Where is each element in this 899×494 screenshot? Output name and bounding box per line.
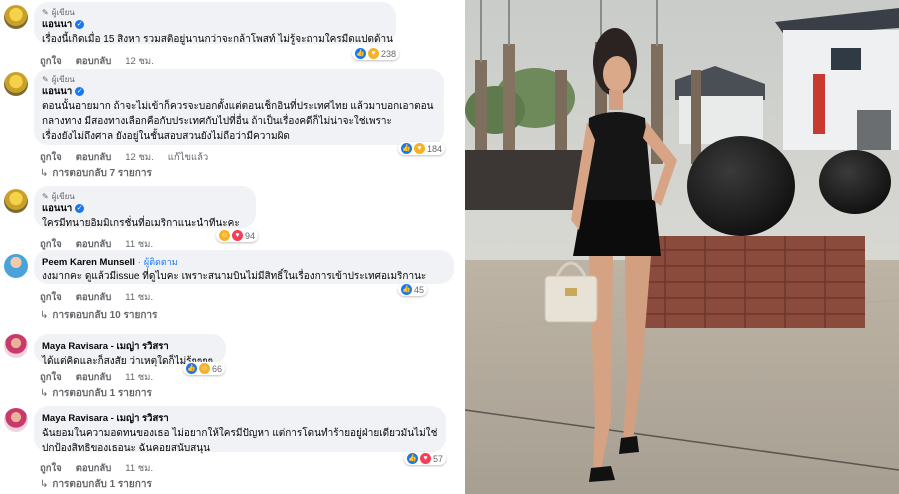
reaction-count: 57 bbox=[433, 453, 444, 464]
comment-actions: ถูกใจ ตอบกลับ 12 ชม. แก้ไขแล้ว bbox=[40, 150, 208, 165]
edited-label: แก้ไขแล้ว bbox=[167, 152, 209, 163]
comment-bubble: Maya Ravisara - เมญ่า รวิสรา ฉันยอมในควา… bbox=[34, 406, 446, 454]
reply-arrow-icon: ↳ bbox=[40, 168, 49, 179]
follower-badge: · bbox=[137, 257, 141, 267]
timestamp[interactable]: 11 ชม. bbox=[125, 461, 153, 476]
comment-text-line: กลางทาง มีสองทางเลือกคือกับประเทศกับไปที… bbox=[42, 116, 392, 127]
reply-button[interactable]: ตอบกลับ bbox=[76, 54, 112, 69]
avatar[interactable] bbox=[4, 72, 28, 96]
timestamp[interactable]: 11 ชม. bbox=[125, 370, 153, 385]
reaction-summary[interactable]: 👍 45 bbox=[398, 283, 428, 296]
pen-icon: ✎ bbox=[42, 7, 49, 17]
author-badge: ✎ ผู้เขียน bbox=[42, 7, 75, 17]
view-replies-link[interactable]: ↳ การตอบกลับ 1 รายการ bbox=[40, 386, 152, 401]
author-badge: ✎ ผู้เขียน bbox=[42, 191, 75, 201]
care-icon: ♥ bbox=[414, 143, 425, 154]
like-icon: 👍 bbox=[401, 143, 412, 154]
love-icon: ♥ bbox=[420, 453, 431, 464]
comment-text-line: เรื่องยังไม่ถึงศาล ยังอยู่ในชั้นสอบสวนยั… bbox=[42, 131, 290, 142]
comment-bubble: Peem Karen Munsell · ผู้ติดตาม งงมากคะ ดูแ… bbox=[34, 250, 454, 284]
comment-actions: ถูกใจ ตอบกลับ 11 ชม. bbox=[40, 461, 153, 476]
author-name[interactable]: Maya Ravisara - เมญ่า รวิสรา bbox=[42, 411, 169, 426]
like-icon: 👍 bbox=[355, 48, 366, 59]
author-name[interactable]: แอนนา bbox=[42, 84, 72, 99]
like-icon: 👍 bbox=[186, 363, 197, 374]
timestamp[interactable]: 12 ชม. bbox=[125, 54, 154, 69]
avatar[interactable] bbox=[4, 254, 28, 278]
author-badge: ✎ ผู้เขียน bbox=[42, 74, 75, 84]
reply-arrow-icon: ↳ bbox=[40, 388, 49, 399]
care-icon: ♥ bbox=[368, 48, 379, 59]
reply-button[interactable]: ตอบกลับ bbox=[76, 290, 112, 305]
post-photo[interactable] bbox=[465, 0, 899, 494]
timestamp[interactable]: 12 ชม. bbox=[125, 150, 154, 165]
comment-bubble: Maya Ravisara - เมญ่า รวิสรา ได้แต่คิดแล… bbox=[34, 334, 226, 367]
like-icon: 👍 bbox=[401, 284, 412, 295]
author-name[interactable]: Maya Ravisara - เมญ่า รวิสรา bbox=[42, 339, 169, 354]
like-button[interactable]: ถูกใจ bbox=[40, 370, 62, 385]
comment-text-line: ตอนนั้นอายมาก ถ้าจะไม่เข้าก็ควรจะบอกตั้ง… bbox=[42, 101, 434, 112]
love-icon: ♥ bbox=[232, 230, 243, 241]
like-button[interactable]: ถูกใจ bbox=[40, 290, 62, 305]
comment-bubble: ✎ ผู้เขียน แอนนา ✓ ตอนนั้นอายมาก ถ้าจะไม่เ… bbox=[34, 69, 444, 145]
author-name[interactable]: แอนนา bbox=[42, 17, 72, 32]
comment-text-line: ฉันยอมในความอดทนของเธอ ไม่อยากให้ใครมีปั… bbox=[42, 428, 438, 439]
pen-icon: ✎ bbox=[42, 74, 49, 84]
reply-button[interactable]: ตอบกลับ bbox=[76, 461, 112, 476]
avatar[interactable] bbox=[4, 408, 28, 432]
view-replies-link[interactable]: ↳ การตอบกลับ 1 รายการ bbox=[40, 477, 152, 492]
like-button[interactable]: ถูกใจ bbox=[40, 150, 62, 165]
comment-text: ใครมีทนายอิมมิเกรชั่นที่อเมริกาแนะนำทีนะ… bbox=[42, 218, 240, 229]
view-replies-link[interactable]: ↳ การตอบกลับ 7 รายการ bbox=[40, 166, 152, 181]
photo-scene bbox=[465, 0, 899, 494]
reaction-count: 184 bbox=[427, 143, 443, 154]
reply-button[interactable]: ตอบกลับ bbox=[76, 150, 112, 165]
verified-check-icon: ✓ bbox=[75, 87, 85, 96]
comment-text-line: ปกป้องสิทธิของเธอนะ ฉันคอยสนับสนุน bbox=[42, 443, 210, 454]
pen-icon: ✎ bbox=[42, 191, 49, 201]
comment-text: เรื่องนี้เกิดเมื่อ 15 สิงหา รวมสติอยู่นา… bbox=[42, 34, 393, 45]
reaction-count: 238 bbox=[381, 48, 397, 59]
reaction-summary[interactable]: ☺ ♥ 94 bbox=[216, 229, 259, 242]
reply-button[interactable]: ตอบกลับ bbox=[76, 370, 112, 385]
haha-icon: ☺ bbox=[199, 363, 210, 374]
reaction-summary[interactable]: 👍 ♥ 238 bbox=[352, 47, 400, 60]
avatar[interactable] bbox=[4, 334, 28, 358]
like-button[interactable]: ถูกใจ bbox=[40, 54, 62, 69]
reaction-count: 94 bbox=[245, 230, 256, 241]
reaction-count: 66 bbox=[212, 363, 223, 374]
reaction-summary[interactable]: 👍 ☺ 66 bbox=[183, 362, 226, 375]
reply-arrow-icon: ↳ bbox=[40, 310, 49, 321]
timestamp[interactable]: 11 ชม. bbox=[125, 290, 153, 305]
view-replies-link[interactable]: ↳ การตอบกลับ 10 รายการ bbox=[40, 308, 157, 323]
comment-bubble: ✎ ผู้เขียน แอนนา ✓ เรื่องนี้เกิดเมื่อ 15 ส… bbox=[34, 2, 396, 45]
comment-actions: ถูกใจ ตอบกลับ 12 ชม. bbox=[40, 54, 154, 69]
comment-bubble: ✎ ผู้เขียน แอนนา ✓ ใครมีทนายอิมมิเกรชั่นที… bbox=[34, 186, 256, 229]
follower-label: ผู้ติดตาม bbox=[143, 257, 178, 267]
reaction-count: 45 bbox=[414, 284, 425, 295]
comment-actions: ถูกใจ ตอบกลับ 11 ชม. bbox=[40, 370, 153, 385]
reaction-summary[interactable]: 👍 ♥ 57 bbox=[404, 452, 447, 465]
author-name[interactable]: แอนนา bbox=[42, 201, 72, 216]
comment-actions: ถูกใจ ตอบกลับ 11 ชม. bbox=[40, 290, 153, 305]
verified-check-icon: ✓ bbox=[75, 204, 85, 213]
haha-icon: ☺ bbox=[219, 230, 230, 241]
avatar[interactable] bbox=[4, 5, 28, 29]
verified-check-icon: ✓ bbox=[75, 20, 85, 29]
comment-thread: ✎ ผู้เขียน แอนนา ✓ เรื่องนี้เกิดเมื่อ 15 ส… bbox=[0, 0, 462, 494]
author-name[interactable]: Peem Karen Munsell bbox=[42, 257, 135, 268]
like-icon: 👍 bbox=[407, 453, 418, 464]
avatar[interactable] bbox=[4, 189, 28, 213]
reply-arrow-icon: ↳ bbox=[40, 479, 49, 490]
reaction-summary[interactable]: 👍 ♥ 184 bbox=[398, 142, 446, 155]
like-button[interactable]: ถูกใจ bbox=[40, 461, 62, 476]
comment-text: งงมากคะ ดูแล้วมีissue ที่ดูไบคะ เพราะสนา… bbox=[42, 271, 427, 282]
